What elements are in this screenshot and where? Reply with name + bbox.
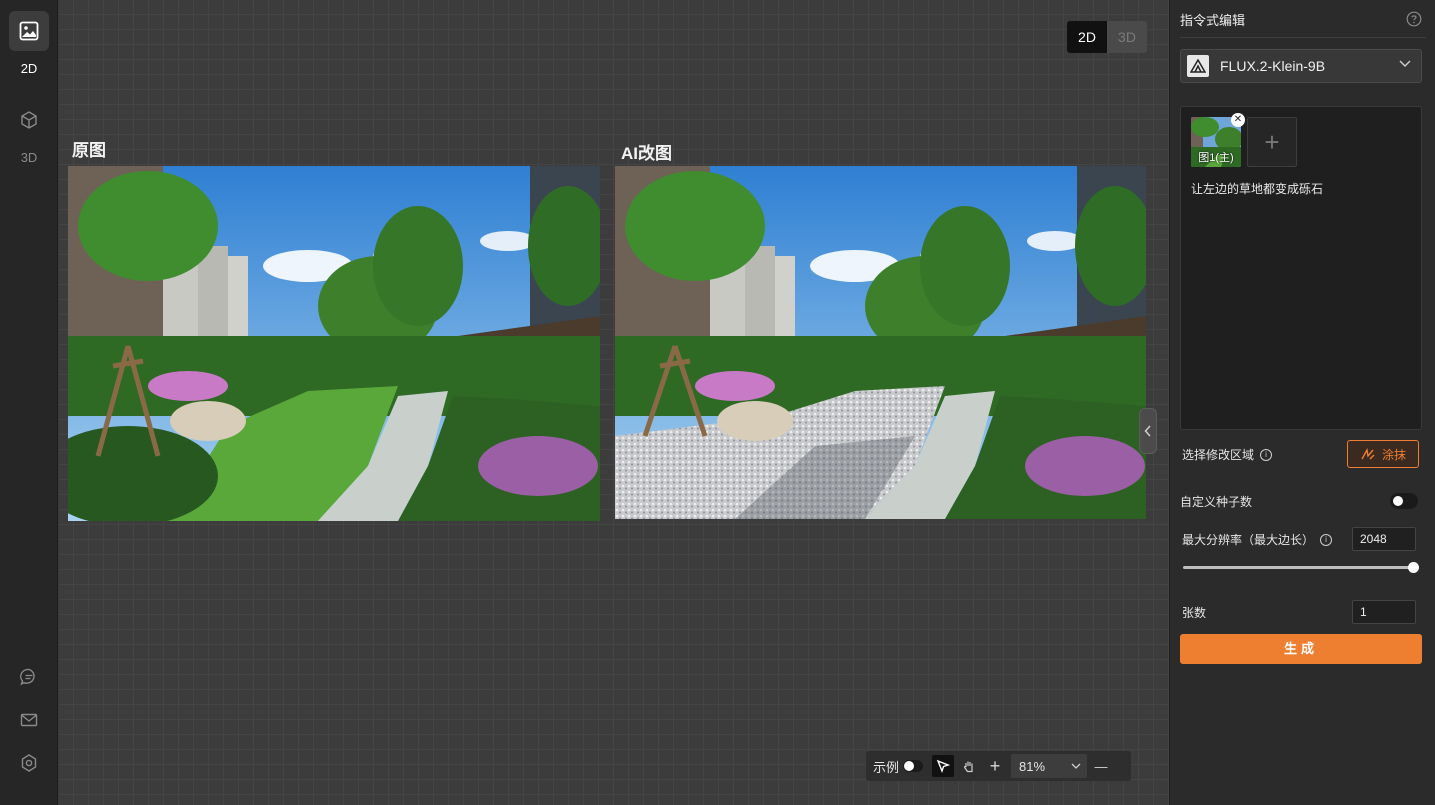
editor-canvas[interactable]: 2D 3D 原图 AI改图 示例 + 81% — — [59, 0, 1169, 805]
chevron-down-icon — [1071, 763, 1081, 769]
settings-button[interactable] — [9, 743, 49, 783]
mode-3d-label: 3D — [20, 150, 38, 165]
zoom-out-button[interactable]: — — [1090, 751, 1112, 781]
brush-button[interactable]: 涂抹 — [1347, 440, 1419, 468]
count-input[interactable]: 1 — [1352, 600, 1416, 624]
help-icon[interactable] — [1406, 11, 1422, 27]
info-icon[interactable]: i — [1320, 533, 1333, 546]
mail-icon — [20, 713, 38, 727]
model-name: FLUX.2-Klein-9B — [1220, 58, 1326, 74]
prompt-text[interactable]: 让左边的草地都变成砾石 — [1191, 180, 1323, 197]
zoom-in-button[interactable]: + — [982, 751, 1008, 781]
mode-3d-button[interactable] — [9, 100, 49, 140]
toggle-2d[interactable]: 2D — [1067, 21, 1107, 53]
plus-icon: + — [1264, 126, 1280, 157]
generate-button[interactable]: 生成 — [1180, 634, 1422, 664]
region-label: 选择修改区域 — [1182, 448, 1255, 462]
original-image[interactable] — [68, 166, 600, 521]
max-res-input[interactable]: 2048 — [1352, 527, 1416, 551]
instruction-edit-panel: 指令式编辑 FLUX.2-Klein-9B 图1(主) ✕ + 让左边的草地都变… — [1169, 0, 1435, 805]
model-logo-icon — [1187, 55, 1209, 77]
model-select[interactable]: FLUX.2-Klein-9B — [1180, 49, 1422, 83]
count-label: 张数 — [1182, 606, 1207, 620]
region-label-row: 选择修改区域 i — [1182, 446, 1273, 463]
example-switch[interactable] — [903, 760, 923, 772]
pan-tool-button[interactable] — [956, 751, 982, 781]
zoom-value: 81% — [1019, 758, 1046, 774]
cube-icon — [21, 111, 37, 129]
remove-image-button[interactable]: ✕ — [1231, 113, 1245, 127]
seed-label: 自定义种子数 — [1180, 495, 1253, 509]
ai-image-title: AI改图 — [621, 144, 672, 163]
brush-label: 涂抹 — [1381, 447, 1406, 462]
panel-collapse-button[interactable] — [1139, 408, 1157, 454]
left-rail: 2D 3D — [0, 0, 58, 805]
chat-button[interactable] — [9, 657, 49, 697]
chat-icon — [20, 668, 35, 686]
max-res-label: 最大分辨率（最大边长） — [1182, 533, 1315, 547]
mode-2d-button[interactable] — [9, 11, 49, 51]
toggle-3d[interactable]: 3D — [1107, 21, 1147, 53]
max-res-slider-handle[interactable] — [1408, 562, 1419, 573]
seed-toggle[interactable] — [1390, 493, 1418, 509]
image-icon — [19, 21, 39, 41]
thumb-label: 图1(主) — [1198, 152, 1234, 164]
panel-title: 指令式编辑 — [1180, 13, 1246, 28]
divider — [1180, 37, 1426, 38]
ai-result-image[interactable] — [615, 166, 1146, 519]
cursor-arrow-icon — [936, 759, 950, 773]
dimension-toggle[interactable]: 2D 3D — [1067, 21, 1147, 53]
info-icon[interactable]: i — [1260, 448, 1273, 461]
zoom-select[interactable]: 81% — [1008, 751, 1090, 781]
prompt-box[interactable]: 图1(主) ✕ + 让左边的草地都变成砾石 — [1180, 106, 1422, 430]
max-res-slider[interactable] — [1183, 566, 1413, 569]
example-toggle[interactable]: 示例 — [866, 751, 930, 781]
hand-icon — [963, 761, 973, 773]
original-image-title: 原图 — [72, 141, 106, 160]
example-label: 示例 — [872, 759, 899, 775]
chevron-left-icon — [1144, 425, 1151, 437]
chevron-down-icon — [1399, 60, 1411, 67]
canvas-toolbar: 示例 + 81% — — [866, 751, 1131, 781]
select-tool-button[interactable] — [930, 751, 956, 781]
max-res-label-row: 最大分辨率（最大边长） i — [1182, 531, 1333, 548]
mail-button[interactable] — [9, 700, 49, 740]
add-image-button[interactable]: + — [1247, 117, 1297, 167]
mode-2d-label: 2D — [20, 61, 38, 76]
brush-stroke-icon — [1361, 447, 1375, 460]
settings-icon — [21, 754, 37, 772]
